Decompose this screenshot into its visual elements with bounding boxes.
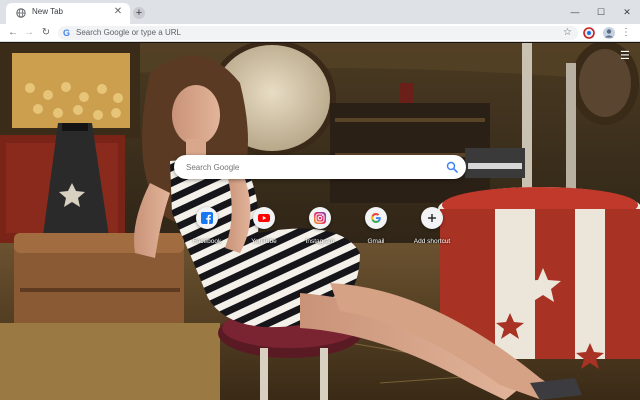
new-tab-page: ☰ Facebook [0, 43, 640, 400]
browser-window: New Tab ✕ + — ☐ ✕ ← → ↻ G Search Google … [0, 0, 640, 400]
shortcut-icon-bg [309, 207, 331, 229]
globe-icon [16, 8, 26, 18]
back-arrow-icon[interactable]: ← [6, 26, 20, 40]
shortcut-instagram[interactable]: Instagram [292, 207, 348, 257]
google-icon [371, 213, 381, 223]
shortcut-label: Facebook [192, 238, 222, 245]
shortcut-label: Add shortcut [413, 238, 451, 245]
shortcut-add[interactable]: Add shortcut [404, 207, 460, 257]
shortcuts-row: Facebook YouTube Instagram Gmail Add sho… [0, 207, 640, 267]
shortcut-label: YouTube [251, 238, 277, 245]
search-icon[interactable] [446, 161, 458, 173]
shortcut-label: Instagram [305, 238, 335, 245]
shortcut-icon-bg [253, 207, 275, 229]
omnibox[interactable]: G Search Google or type a URL ☆ [58, 26, 578, 40]
shortcut-icon-bg [196, 207, 218, 229]
shortcut-label: Gmail [367, 238, 385, 245]
close-icon[interactable]: ✕ [112, 6, 124, 18]
instagram-icon [314, 212, 326, 224]
maximize-icon[interactable]: ☐ [588, 0, 614, 24]
reload-icon[interactable]: ↻ [39, 26, 53, 40]
omnibox-placeholder: Search Google or type a URL [76, 28, 181, 37]
shortcut-icon-bg [365, 207, 387, 229]
toolbar: ← → ↻ G Search Google or type a URL ☆ ⋮ [0, 24, 640, 42]
tab-strip: New Tab ✕ + — ☐ ✕ [0, 0, 640, 24]
star-icon[interactable]: ☆ [563, 26, 572, 40]
tab-title: New Tab [32, 7, 63, 16]
youtube-icon [258, 214, 270, 222]
search-input[interactable] [186, 155, 436, 179]
new-tab-button[interactable]: + [133, 7, 145, 19]
close-window-icon[interactable]: ✕ [614, 0, 640, 24]
shortcut-icon-bg [421, 207, 443, 229]
minimize-icon[interactable]: — [562, 0, 588, 24]
menu-dots-icon[interactable]: ⋮ [619, 26, 633, 40]
shortcut-youtube[interactable]: YouTube [236, 207, 292, 257]
shortcut-gmail[interactable]: Gmail [348, 207, 404, 257]
google-icon: G [63, 28, 71, 38]
extension-icon[interactable] [582, 26, 596, 40]
window-controls: — ☐ ✕ [562, 0, 640, 24]
facebook-icon [201, 212, 213, 224]
forward-arrow-icon[interactable]: → [22, 26, 36, 40]
profile-avatar-icon[interactable] [602, 26, 616, 40]
hamburger-menu-icon[interactable]: ☰ [620, 51, 630, 62]
plus-icon [428, 214, 436, 222]
shortcut-facebook[interactable]: Facebook [179, 207, 235, 257]
search-box[interactable] [174, 155, 466, 179]
tab-new-tab[interactable]: New Tab ✕ [6, 3, 130, 24]
